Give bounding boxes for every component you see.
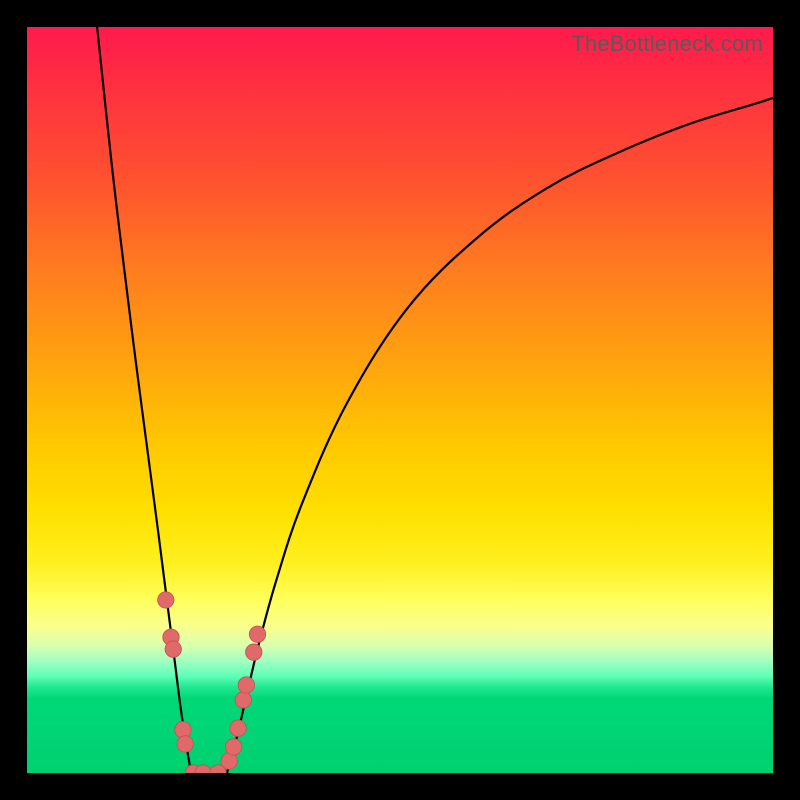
highlight-marker <box>175 722 191 738</box>
highlight-marker <box>165 641 181 657</box>
chart-frame: TheBottleneck.com <box>0 0 800 800</box>
highlight-marker <box>246 644 262 660</box>
highlight-marker <box>238 677 254 693</box>
highlight-marker <box>249 626 265 642</box>
highlight-marker <box>225 739 241 755</box>
plot-area: TheBottleneck.com <box>27 27 773 773</box>
highlight-marker <box>177 736 193 752</box>
curve-layer <box>27 27 773 773</box>
curve-right-branch <box>227 98 773 773</box>
highlight-marker <box>230 720 246 736</box>
marker-group <box>158 592 266 773</box>
curve-left-branch <box>97 27 191 773</box>
highlight-marker <box>235 692 251 708</box>
highlight-marker <box>158 592 174 608</box>
